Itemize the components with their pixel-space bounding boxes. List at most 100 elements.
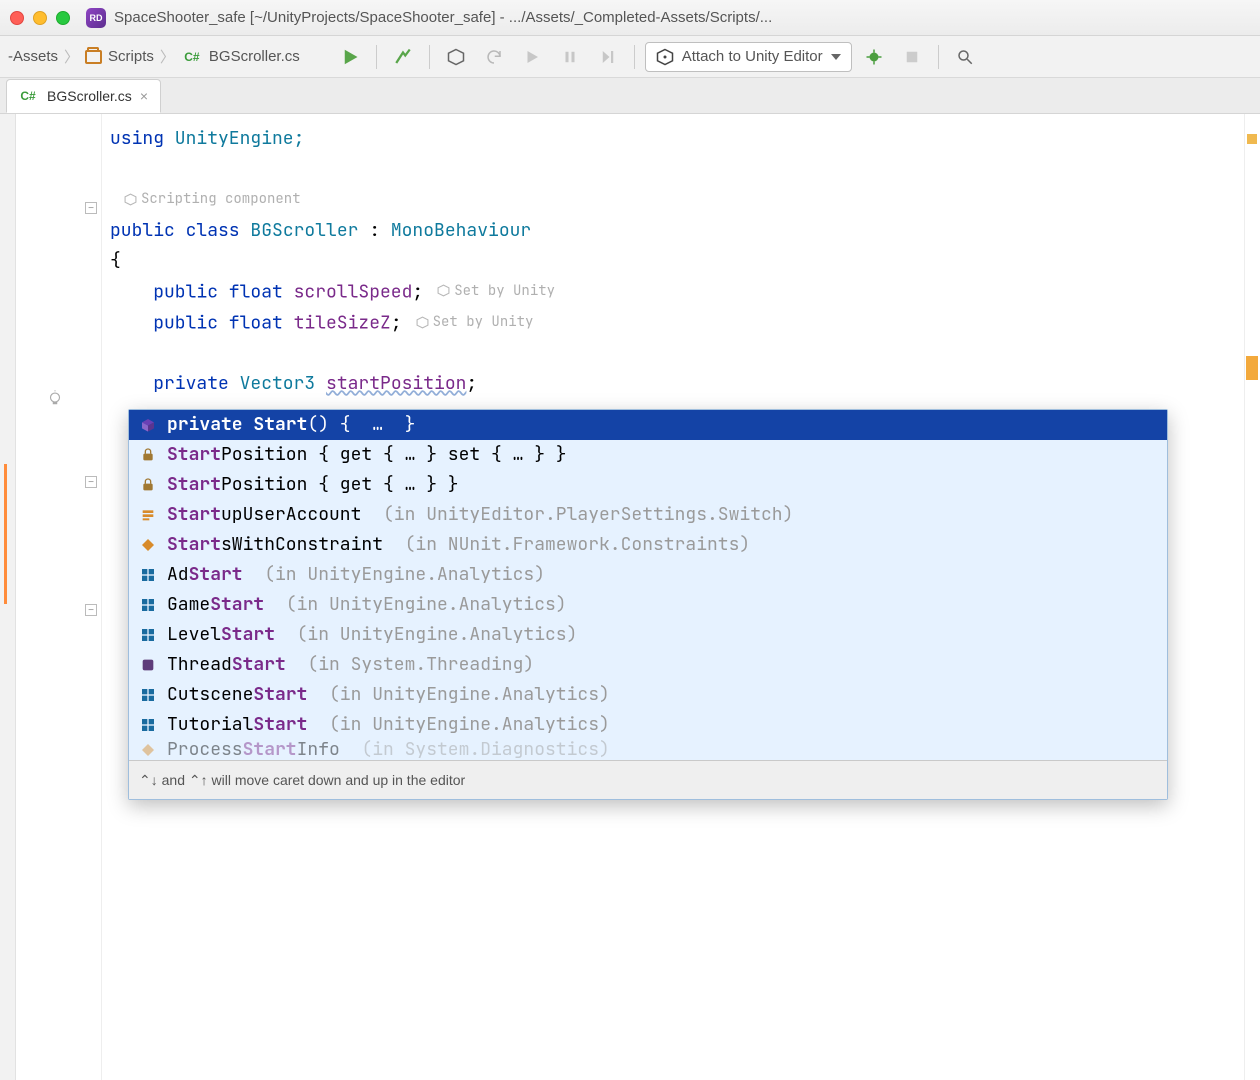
code-token: class: [175, 219, 251, 242]
tab-bgscroller[interactable]: BGScroller.cs ×: [6, 79, 161, 113]
close-tab-button[interactable]: ×: [140, 88, 148, 104]
completion-item[interactable]: ThreadStart (in System.Threading): [129, 650, 1167, 680]
completion-item-icon: [139, 566, 157, 584]
completion-item-icon: [139, 716, 157, 734]
build-button[interactable]: [387, 43, 419, 71]
completion-item[interactable]: LevelStart (in UnityEngine.Analytics): [129, 620, 1167, 650]
gutter[interactable]: − − −: [16, 114, 102, 1080]
app-icon: RD: [86, 8, 106, 28]
code-completion-popup[interactable]: private Start() { … }StartPosition { get…: [128, 409, 1168, 800]
completion-item[interactable]: StartupUserAccount (in UnityEditor.Playe…: [129, 500, 1167, 530]
zoom-window-button[interactable]: [56, 11, 70, 25]
toolbar-separator: [634, 45, 635, 69]
completion-item-icon: [139, 416, 157, 434]
inlay-hint: Set by Unity: [416, 307, 534, 337]
completion-item[interactable]: StartPosition { get { … } set { … } }: [129, 440, 1167, 470]
code-token: public: [110, 280, 218, 303]
completion-item-icon: [139, 686, 157, 704]
folder-icon: [85, 50, 102, 64]
code-token: private: [110, 372, 229, 395]
code-token: MonoBehaviour: [391, 219, 531, 242]
code-token: :: [358, 219, 390, 242]
completion-item[interactable]: AdStart (in UnityEngine.Analytics): [129, 560, 1167, 590]
code-token: public: [110, 219, 175, 242]
analysis-marker[interactable]: [1247, 134, 1257, 144]
completion-item[interactable]: GameStart (in UnityEngine.Analytics): [129, 590, 1167, 620]
code-token: float: [218, 312, 294, 335]
fold-toggle[interactable]: −: [85, 476, 97, 488]
attach-debugger-dropdown[interactable]: Attach to Unity Editor: [645, 42, 852, 72]
breadcrumb-seg[interactable]: Scripts: [108, 48, 154, 65]
editor-tabs: BGScroller.cs ×: [0, 78, 1260, 114]
fold-toggle[interactable]: −: [85, 604, 97, 616]
code-token: tileSizeZ: [294, 312, 391, 335]
fold-toggle[interactable]: −: [85, 202, 97, 214]
completion-item-label: ThreadStart (in System.Threading): [167, 650, 534, 680]
completion-item-label: private Start() { … }: [167, 410, 415, 440]
search-button[interactable]: [949, 43, 981, 71]
debug-button[interactable]: [858, 43, 890, 71]
code-token: {: [110, 246, 1244, 276]
code-token: BGScroller: [250, 219, 358, 242]
completion-item[interactable]: ProcessStartInfo (in System.Diagnostics): [129, 740, 1167, 760]
attach-debugger-label: Attach to Unity Editor: [682, 48, 823, 65]
code-token: public: [110, 312, 218, 335]
completion-item-icon: [139, 656, 157, 674]
completion-item-icon: [139, 536, 157, 554]
minimize-window-button[interactable]: [33, 11, 47, 25]
right-marker-stripe: [1244, 114, 1260, 1080]
code-token: ;: [466, 372, 477, 395]
toolbar: -Assets 〉 Scripts 〉 BGScroller.cs Attach…: [0, 36, 1260, 78]
completion-item-label: StartPosition { get { … } set { … } }: [167, 440, 567, 470]
inlay-hint: Scripting component: [124, 184, 301, 214]
breadcrumb-seg[interactable]: BGScroller.cs: [209, 48, 300, 65]
breadcrumb-sep: 〉: [64, 46, 79, 67]
completion-item[interactable]: StartPosition { get { … } }: [129, 470, 1167, 500]
code-token: ;: [412, 280, 423, 303]
titlebar: RD SpaceShooter_safe [~/UnityProjects/Sp…: [0, 0, 1260, 36]
chevron-down-icon: [831, 54, 841, 60]
run-button[interactable]: [516, 43, 548, 71]
reload-button[interactable]: [478, 43, 510, 71]
left-marker-stripe: [0, 114, 16, 1080]
completion-item-icon: [139, 741, 157, 759]
completion-item-label: StartPosition { get { … } }: [167, 470, 459, 500]
unity-refresh-button[interactable]: [440, 43, 472, 71]
close-window-button[interactable]: [10, 11, 24, 25]
completion-item-label: AdStart (in UnityEngine.Analytics): [167, 560, 545, 590]
code-token: UnityEngine;: [164, 127, 304, 150]
code-token: ;: [391, 312, 402, 335]
completion-item-label: CutsceneStart (in UnityEngine.Analytics): [167, 680, 610, 710]
completion-item-icon: [139, 446, 157, 464]
pause-button[interactable]: [554, 43, 586, 71]
breadcrumb-seg[interactable]: -Assets: [8, 48, 58, 65]
completion-hint: ⌃↓ and ⌃↑ will move caret down and up in…: [129, 760, 1167, 799]
select-run-target-button[interactable]: [334, 43, 366, 71]
toolbar-separator: [376, 45, 377, 69]
code-token: startPosition: [326, 372, 466, 395]
unity-icon: [656, 48, 674, 66]
completion-item-label: StartupUserAccount (in UnityEditor.Playe…: [167, 500, 793, 530]
breadcrumb[interactable]: -Assets 〉 Scripts 〉 BGScroller.cs: [8, 46, 300, 67]
csharp-file-icon: [17, 87, 39, 105]
inlay-hint: Set by Unity: [437, 276, 555, 306]
code-area[interactable]: using UnityEngine; Scripting component p…: [102, 114, 1244, 1080]
completion-item-label: GameStart (in UnityEngine.Analytics): [167, 590, 567, 620]
completion-item-label: TutorialStart (in UnityEngine.Analytics): [167, 710, 610, 740]
completion-item-label: LevelStart (in UnityEngine.Analytics): [167, 620, 577, 650]
completion-item[interactable]: StartsWithConstraint (in NUnit.Framework…: [129, 530, 1167, 560]
tab-label: BGScroller.cs: [47, 88, 132, 104]
completion-item[interactable]: CutsceneStart (in UnityEngine.Analytics): [129, 680, 1167, 710]
completion-item[interactable]: private Start() { … }: [129, 410, 1167, 440]
completion-item-label: ProcessStartInfo (in System.Diagnostics): [167, 740, 610, 760]
step-button[interactable]: [592, 43, 624, 71]
editor: − − − using UnityEngine; Scripting compo…: [0, 114, 1260, 1080]
intention-bulb-icon[interactable]: [46, 390, 64, 408]
window-controls: [10, 11, 70, 25]
analysis-marker[interactable]: [1246, 356, 1258, 380]
toolbar-separator: [429, 45, 430, 69]
completion-item[interactable]: TutorialStart (in UnityEngine.Analytics): [129, 710, 1167, 740]
stop-button[interactable]: [896, 43, 928, 71]
window-title: SpaceShooter_safe [~/UnityProjects/Space…: [114, 9, 1250, 26]
breadcrumb-sep: 〉: [160, 46, 175, 67]
